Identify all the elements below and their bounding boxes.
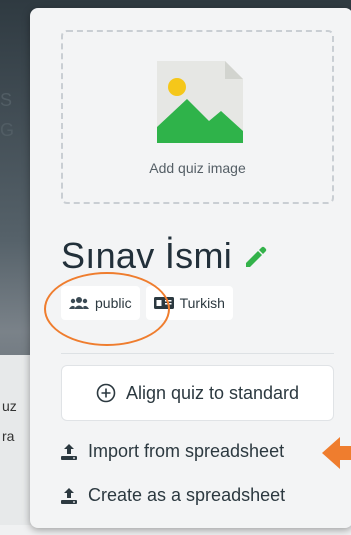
users-icon [69, 297, 89, 309]
quiz-image-dropzone[interactable]: Add quiz image [61, 30, 334, 204]
background-text: ra [2, 428, 15, 444]
upload-icon [61, 487, 77, 504]
pencil-icon[interactable] [242, 243, 268, 269]
image-icon [157, 61, 243, 143]
quiz-details-panel: Add quiz image Sınav İsmi public Turkish… [30, 8, 351, 528]
divider [61, 353, 334, 354]
import-spreadsheet-link[interactable]: Import from spreadsheet [60, 441, 284, 462]
plus-circle-icon [96, 383, 116, 403]
import-spreadsheet-label: Import from spreadsheet [88, 441, 285, 461]
language-icon [153, 297, 174, 309]
create-spreadsheet-link[interactable]: Create as a spreadsheet [60, 485, 285, 506]
background-text: G [0, 120, 15, 140]
create-spreadsheet-label: Create as a spreadsheet [88, 485, 286, 505]
background-text: S [0, 90, 13, 110]
background-text: uz [2, 398, 17, 414]
language-badge[interactable]: Turkish [145, 286, 233, 320]
add-quiz-image-label: Add quiz image [149, 160, 246, 176]
quiz-title-row: Sınav İsmi [61, 232, 268, 280]
arrow-left-icon [322, 437, 351, 469]
align-quiz-button[interactable]: Align quiz to standard [61, 365, 334, 421]
align-quiz-label: Align quiz to standard [125, 382, 300, 403]
visibility-badge[interactable]: public [61, 286, 140, 320]
visibility-label: public [95, 295, 132, 311]
quiz-badges: public Turkish [61, 286, 233, 320]
quiz-title: Sınav İsmi [61, 235, 233, 276]
language-label: Turkish [179, 295, 225, 311]
upload-icon [61, 443, 77, 460]
